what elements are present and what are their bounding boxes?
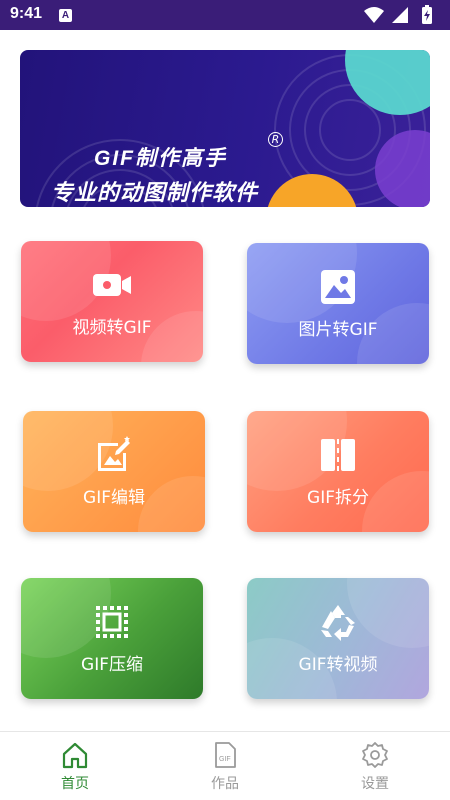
- svg-text:GIF: GIF: [219, 756, 231, 763]
- gif-file-icon: GIF: [215, 742, 236, 768]
- status-bar: 9:41 A: [0, 0, 450, 30]
- status-time: 9:41: [10, 5, 43, 22]
- gif-edit-button[interactable]: GIF编辑: [23, 411, 205, 532]
- card-label: GIF拆分: [307, 488, 369, 508]
- signal-icon: [392, 7, 408, 23]
- card-label: GIF编辑: [83, 488, 145, 508]
- nav-label: 作品: [211, 776, 239, 792]
- battery-charging-icon: [422, 5, 432, 24]
- nav-label: 设置: [361, 776, 389, 792]
- video-to-gif-button[interactable]: 视频转GIF: [21, 241, 203, 362]
- card-label: GIF压缩: [81, 655, 143, 675]
- gif-compress-button[interactable]: GIF压缩: [21, 578, 203, 699]
- nav-item-settings[interactable]: 设置: [300, 732, 450, 800]
- card-label: 图片转GIF: [298, 320, 378, 340]
- split-icon: [321, 439, 355, 471]
- image-edit-icon: [98, 436, 130, 471]
- banner-subtitle: 专业的动图制作软件: [51, 180, 259, 205]
- gear-icon: [362, 742, 388, 768]
- card-label: GIF转视频: [298, 655, 378, 675]
- bottom-nav: 首页 GIF 作品 设置: [0, 731, 450, 800]
- card-decoration: [347, 578, 429, 648]
- recycle-icon: [321, 605, 355, 641]
- promo-banner[interactable]: GIF制作高手 R 专业的动图制作软件: [20, 50, 430, 207]
- card-label: 视频转GIF: [72, 318, 152, 338]
- image-to-gif-button[interactable]: 图片转GIF: [247, 243, 429, 364]
- wifi-icon: [364, 7, 384, 23]
- nav-label: 首页: [61, 776, 89, 792]
- image-icon: [321, 270, 355, 304]
- nav-item-home[interactable]: 首页: [0, 732, 150, 800]
- nav-item-works[interactable]: GIF 作品: [150, 732, 300, 800]
- home-icon: [62, 742, 88, 769]
- registered-mark: R: [268, 132, 283, 147]
- video-camera-icon: [93, 274, 131, 296]
- a-letter-icon: A: [59, 9, 72, 22]
- banner-title: GIF制作高手: [94, 147, 227, 170]
- gif-split-button[interactable]: GIF拆分: [247, 411, 429, 532]
- gif-to-video-button[interactable]: GIF转视频: [247, 578, 429, 699]
- compress-icon: [96, 606, 128, 638]
- status-icons: [364, 5, 432, 24]
